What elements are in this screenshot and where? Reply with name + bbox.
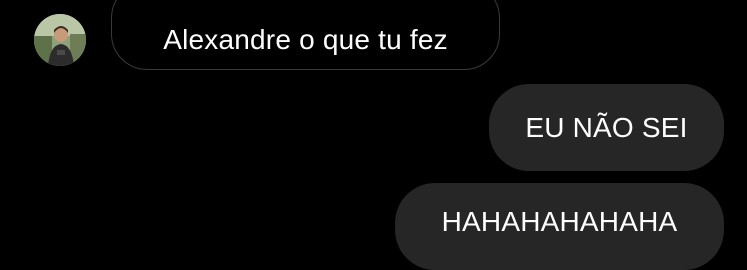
profile-photo-icon [34, 14, 86, 66]
message-bubble-received[interactable]: Alexandre o que tu fez [111, 0, 500, 70]
message-text: Alexandre o que tu fez [163, 24, 448, 55]
message-bubble-sent[interactable]: HAHAHAHAHAHA [395, 183, 724, 270]
message-text: HAHAHAHAHAHA [441, 205, 678, 237]
message-text: EU NÃO SEI [525, 111, 688, 143]
contact-avatar[interactable] [34, 14, 86, 66]
message-bubble-sent[interactable]: EU NÃO SEI [489, 84, 724, 171]
